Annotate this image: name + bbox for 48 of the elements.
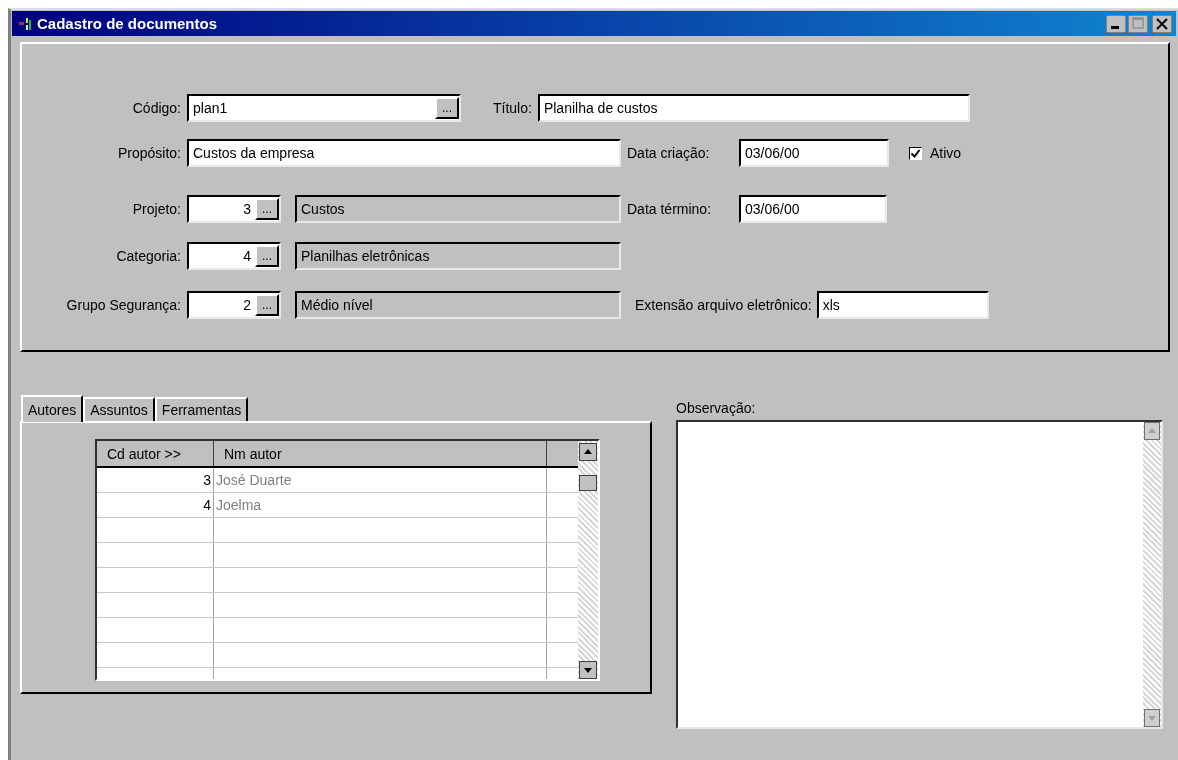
scroll-thumb[interactable] — [579, 475, 597, 491]
field-label: Propósito: — [116, 145, 181, 161]
code-field[interactable]: 2 ... — [187, 291, 281, 319]
description-field: Custos — [295, 195, 621, 223]
description-field: Médio nível — [295, 291, 621, 319]
browse-button[interactable]: ... — [435, 97, 459, 119]
code-field[interactable]: 4 ... — [187, 242, 281, 270]
browse-button[interactable]: ... — [255, 198, 279, 220]
title-field[interactable]: Planilha de custos — [537, 94, 970, 122]
date-field[interactable]: 03/06/00 — [739, 195, 887, 223]
code-field[interactable]: plan1 ... — [187, 94, 461, 122]
browse-button[interactable]: ... — [255, 294, 279, 316]
scroll-down-button[interactable] — [579, 661, 597, 679]
tab[interactable]: Autores — [21, 395, 84, 422]
tab[interactable]: Assuntos — [83, 397, 155, 421]
field-label: Grupo Segurança: — [65, 297, 181, 313]
tab[interactable]: Ferramentas — [154, 397, 249, 421]
purpose-field[interactable]: Custos da empresa — [187, 139, 621, 167]
field-label: Data término: — [627, 201, 713, 217]
field-label: Título: — [493, 100, 532, 116]
field-label: Categoria: — [115, 248, 181, 264]
field-label: Observação: — [676, 400, 757, 418]
checkbox-label: Ativo — [930, 145, 962, 161]
close-button[interactable] — [1152, 14, 1172, 33]
field-label: Projeto: — [131, 201, 181, 217]
app-icon — [18, 15, 34, 32]
column-header[interactable]: Cd autor >> — [97, 441, 214, 466]
table-cell: 3 — [97, 468, 214, 492]
date-field[interactable]: 03/06/00 — [739, 139, 889, 167]
column-header[interactable]: Nm autor — [214, 441, 547, 466]
minimize-button[interactable] — [1106, 14, 1126, 33]
browse-button[interactable]: ... — [255, 245, 279, 267]
scrollbar[interactable] — [578, 441, 598, 679]
table-cell: Joelma — [214, 493, 547, 517]
window-title: Cadastro de documentos — [37, 15, 218, 32]
notes-field[interactable] — [676, 420, 1163, 729]
scroll-up-button — [1144, 422, 1160, 440]
table-cell: José Duarte — [214, 468, 547, 492]
field-label: Código: — [131, 100, 181, 116]
checkbox[interactable] — [909, 146, 922, 160]
table-cell: 4 — [97, 493, 214, 517]
field-label: Extensão arquivo eletrônico: — [635, 297, 812, 313]
scroll-up-button[interactable] — [579, 443, 597, 461]
scroll-down-button — [1144, 709, 1160, 727]
code-field[interactable]: 3 ... — [187, 195, 281, 223]
description-field: Planilhas eletrônicas — [295, 242, 621, 270]
field-label: Data criação: — [627, 145, 711, 161]
extension-field[interactable]: xls — [816, 291, 989, 319]
